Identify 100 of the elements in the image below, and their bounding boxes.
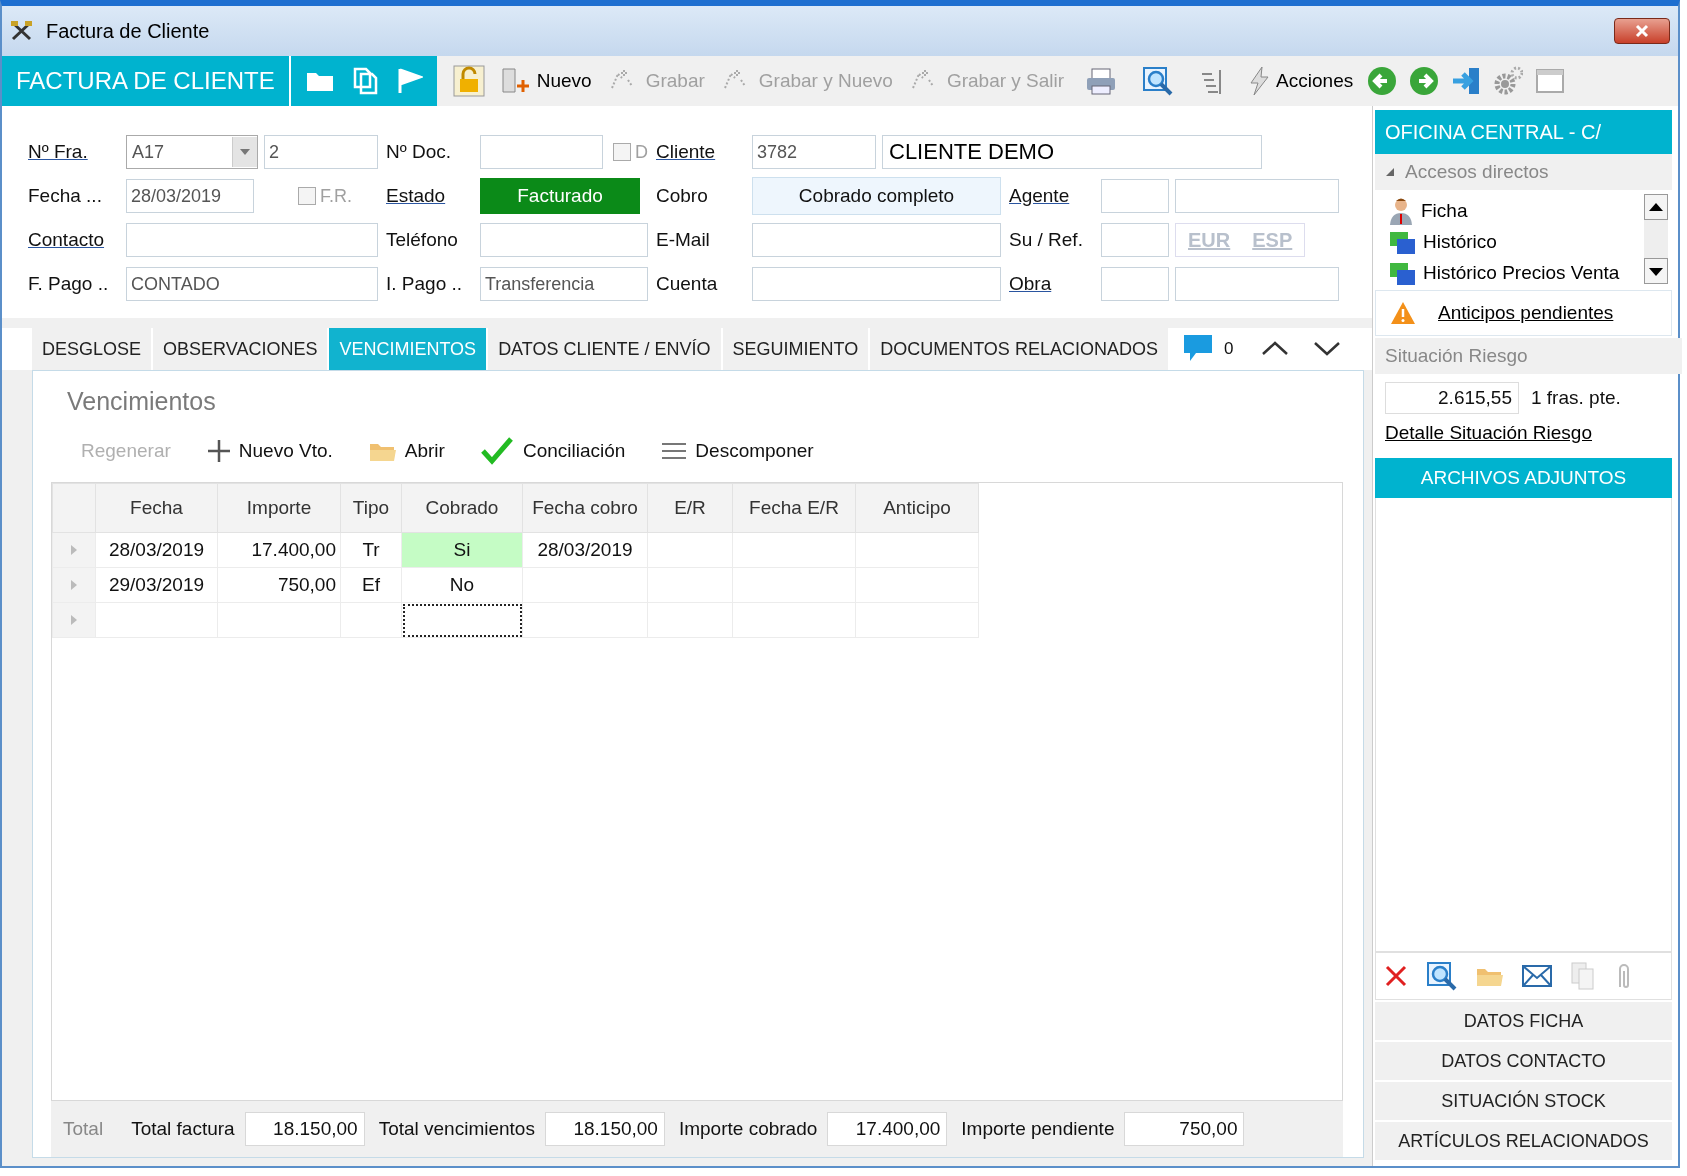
chevron-up-icon[interactable] xyxy=(1261,340,1290,358)
totals-label: Total xyxy=(63,1118,104,1140)
checkbox[interactable] xyxy=(298,187,316,205)
input-field[interactable] xyxy=(1175,179,1339,213)
tab[interactable]: OBSERVACIONES xyxy=(153,328,328,370)
column-header[interactable]: Fecha E/R xyxy=(732,483,856,533)
copy-icon[interactable] xyxy=(1570,961,1596,991)
input-field[interactable] xyxy=(1101,267,1169,301)
table-cell: Si xyxy=(401,532,523,568)
total-label: Total factura xyxy=(131,1118,235,1140)
input-field[interactable] xyxy=(126,223,378,257)
column-header[interactable]: Fecha cobro xyxy=(522,483,648,533)
comment-count: 0 xyxy=(1223,339,1234,359)
panel-button[interactable]: DATOS FICHA xyxy=(1375,1000,1672,1040)
shortcut-item[interactable]: Histórico xyxy=(1389,227,1644,257)
table-cell: 750,00 xyxy=(217,567,341,603)
input-field[interactable] xyxy=(480,223,648,257)
table-cell: 28/03/2019 xyxy=(522,532,648,568)
payment-status: Cobrado completo xyxy=(752,177,1001,215)
panel-button[interactable]: SITUACIÓN STOCK xyxy=(1375,1080,1672,1120)
field-label: I. Pago .. xyxy=(386,273,463,294)
actions-button[interactable]: Acciones xyxy=(1236,61,1362,101)
input-field[interactable] xyxy=(1101,223,1169,257)
input-field[interactable]: 2 xyxy=(264,135,378,169)
shortcut-item[interactable]: Ficha xyxy=(1389,196,1644,226)
row-pointer-icon[interactable] xyxy=(70,579,78,591)
checkbox-label: F.R. xyxy=(320,185,352,207)
lock-icon[interactable] xyxy=(452,65,485,97)
scroll-up-button[interactable] xyxy=(1644,194,1668,220)
table-cell: No xyxy=(401,567,523,603)
tab[interactable]: DATOS CLIENTE / ENVÍO xyxy=(488,328,721,370)
column-header[interactable]: Fecha xyxy=(95,483,218,533)
input-field[interactable]: Transferencia xyxy=(480,267,648,301)
field-link[interactable]: Contacto xyxy=(28,229,105,250)
input-field[interactable]: CONTADO xyxy=(126,267,378,301)
panel-button[interactable]: ARTÍCULOS RELACIONADOS xyxy=(1375,1120,1672,1160)
input-field[interactable]: CLIENTE DEMO xyxy=(882,135,1262,169)
window-title: Factura de Cliente xyxy=(46,19,210,43)
input-field[interactable]: 28/03/2019 xyxy=(126,179,254,213)
preview-icon[interactable] xyxy=(1426,961,1458,991)
total-label: Importe pendiente xyxy=(961,1118,1115,1140)
pending-invoices: 1 fras. pte. xyxy=(1531,387,1621,409)
field-label: Cuenta xyxy=(656,273,718,294)
folders-icon xyxy=(1389,230,1415,254)
person-icon xyxy=(1389,196,1413,225)
field-label: Cobro xyxy=(656,185,708,206)
tab[interactable]: SEGUIMIENTO xyxy=(722,328,869,370)
input-field[interactable] xyxy=(752,223,1001,257)
tab[interactable]: DOCUMENTOS RELACIONADOS xyxy=(870,328,1168,370)
field-link[interactable]: Agente xyxy=(1009,185,1070,206)
settings-icon[interactable] xyxy=(1493,66,1524,96)
mail-icon[interactable] xyxy=(1522,963,1552,989)
focused-cell[interactable] xyxy=(401,602,523,638)
series-dropdown[interactable]: A17 xyxy=(126,135,258,169)
tab[interactable]: DESGLOSE xyxy=(32,328,152,370)
field-label: Fecha ... xyxy=(28,185,102,206)
plus-icon xyxy=(206,439,231,463)
close-button[interactable] xyxy=(1614,18,1670,44)
risk-detail-link[interactable]: Detalle Situación Riesgo xyxy=(1385,422,1662,444)
field-link[interactable]: Obra xyxy=(1009,273,1052,294)
field-label: F. Pago .. xyxy=(28,273,109,294)
input-field[interactable] xyxy=(1101,179,1169,213)
panel-button[interactable]: DATOS CONTACTO xyxy=(1375,1040,1672,1080)
toolbar-button[interactable]: Conciliación xyxy=(480,437,626,465)
close-icon xyxy=(1635,24,1649,38)
field-link[interactable]: Estado xyxy=(386,185,446,206)
input-field[interactable] xyxy=(480,135,603,169)
section-title: Vencimientos xyxy=(67,387,217,416)
input-field[interactable] xyxy=(1175,267,1339,301)
toolbar-button[interactable]: Nuevo Vto. xyxy=(206,439,333,463)
input-field[interactable] xyxy=(752,267,1001,301)
lines-icon xyxy=(661,440,688,462)
toolbar-button[interactable]: Descomponer xyxy=(661,440,814,462)
column-header[interactable]: Cobrado xyxy=(401,483,523,533)
field-label: Teléfono xyxy=(386,229,458,250)
shortcut-item[interactable]: Histórico Precios Venta xyxy=(1389,258,1644,288)
toolbar-button[interactable]: Abrir xyxy=(368,439,445,463)
exit-icon[interactable] xyxy=(1451,66,1482,96)
total-value: 18.150,00 xyxy=(244,1112,365,1146)
row-pointer-icon[interactable] xyxy=(70,614,78,626)
scroll-down-button[interactable] xyxy=(1644,258,1668,284)
total-value: 18.150,00 xyxy=(544,1112,665,1146)
column-header[interactable]: E/R xyxy=(647,483,733,533)
input-field[interactable]: 3782 xyxy=(752,135,876,169)
row-pointer-icon[interactable] xyxy=(70,544,78,556)
table-cell: Ef xyxy=(340,567,402,603)
checkbox[interactable] xyxy=(613,143,631,161)
chevron-down-icon[interactable] xyxy=(1313,340,1342,358)
total-value: 17.400,00 xyxy=(827,1112,948,1146)
field-link[interactable]: Nº Fra. xyxy=(28,141,88,162)
preview-icon[interactable] xyxy=(1142,66,1175,96)
window-icon[interactable] xyxy=(1535,66,1566,96)
delete-icon[interactable] xyxy=(1384,964,1408,988)
field-link[interactable]: Cliente xyxy=(656,141,716,162)
column-header[interactable]: Importe xyxy=(217,483,341,533)
column-header[interactable]: Tipo xyxy=(340,483,402,533)
attachments-header: ARCHIVOS ADJUNTOS xyxy=(1375,458,1672,498)
column-header[interactable]: Anticipo xyxy=(855,483,979,533)
table-cell: 17.400,00 xyxy=(217,532,341,568)
toolbar-button[interactable]: Nuevo xyxy=(490,61,600,101)
